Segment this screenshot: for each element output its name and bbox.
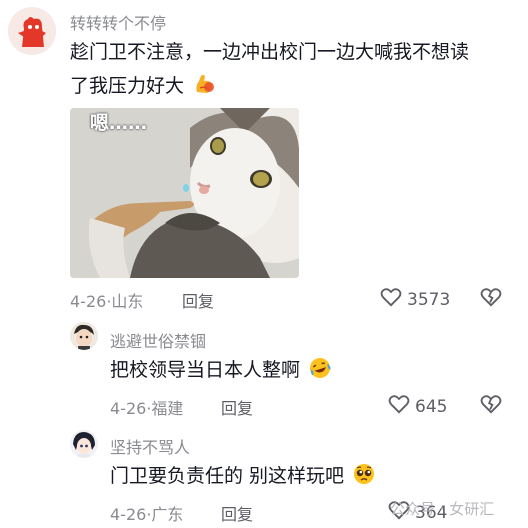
pleading-face-icon (352, 462, 376, 497)
reply-item: 逃避世俗禁锢 把校领导当日本人整啊 4-26·福建 回复 645 (0, 320, 528, 425)
like-button[interactable]: 3573 (380, 287, 450, 312)
comment-location: 福建 (151, 399, 184, 418)
comment-username[interactable]: 逃避世俗禁锢 (110, 328, 206, 352)
comment-date-location: 4-26·山东 (70, 288, 143, 312)
reply-button[interactable]: 回复 (221, 395, 253, 419)
dislike-button[interactable] (480, 394, 502, 418)
avatar[interactable] (70, 322, 98, 350)
laughing-tears-icon (308, 356, 332, 391)
broken-heart-icon (480, 288, 502, 311)
comment-text-line: 把校领导当日本人整啊 (110, 359, 301, 381)
comment-date: 4-26 (110, 399, 147, 418)
comment-text: 门卫要负责任的 别这样玩吧 (110, 460, 376, 497)
reply-button[interactable]: 回复 (221, 501, 253, 525)
comment-text: 了我压力好大 (70, 70, 216, 107)
comment-location: 广东 (151, 505, 184, 524)
dislike-button[interactable] (480, 287, 502, 311)
comment-date: 4-26 (110, 505, 147, 524)
watermark: 公众号 · 女研汇 (390, 500, 495, 518)
comment-text-line: 了我压力好大 (70, 75, 185, 97)
like-count: 645 (415, 396, 448, 417)
comment-item: 转转转个不停 趁门卫不注意，一边冲出校门一边大喊我不想读 了我压力好大 嗯…… … (0, 0, 528, 320)
like-count: 3573 (407, 289, 451, 310)
comment-location: 山东 (111, 292, 144, 311)
flexed-biceps-icon (192, 72, 216, 107)
comment-username[interactable]: 坚持不骂人 (110, 434, 190, 458)
image-caption: 嗯…… (90, 112, 148, 134)
comment-date: 4-26 (70, 292, 107, 311)
comment-username[interactable]: 转转转个不停 (70, 10, 166, 34)
broken-heart-icon (480, 395, 502, 418)
avatar[interactable] (70, 430, 98, 458)
heart-icon (380, 287, 402, 312)
comment-date-location: 4-26·广东 (110, 501, 183, 525)
comment-text: 趁门卫不注意，一边冲出校门一边大喊我不想读 (70, 36, 469, 69)
comment-text-line: 门卫要负责任的 别这样玩吧 (110, 465, 345, 487)
heart-icon (388, 394, 410, 419)
comment-text: 把校领导当日本人整啊 (110, 354, 332, 391)
avatar[interactable] (8, 7, 56, 55)
like-button[interactable]: 645 (388, 394, 447, 419)
comment-text-line: 趁门卫不注意，一边冲出校门一边大喊我不想读 (70, 41, 470, 63)
reply-button[interactable]: 回复 (182, 288, 214, 312)
comment-date-location: 4-26·福建 (110, 395, 183, 419)
comment-image[interactable]: 嗯…… (70, 108, 299, 278)
